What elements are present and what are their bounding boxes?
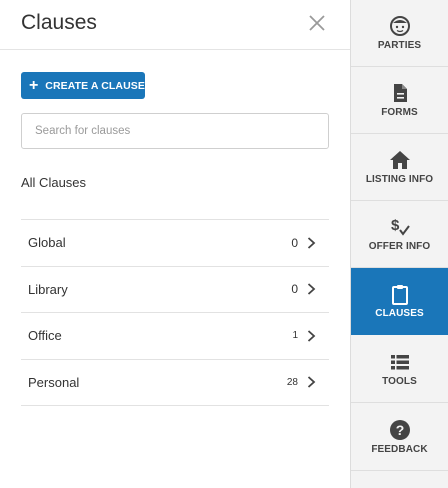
page-title: Clauses <box>21 11 97 34</box>
clause-name: Library <box>28 281 68 297</box>
clause-name: Personal <box>28 374 80 390</box>
create-clause-button[interactable]: + CREATE A CLAUSE <box>21 72 145 99</box>
clause-name: Global <box>28 235 66 251</box>
document-icon <box>389 82 411 104</box>
face-icon <box>389 15 411 37</box>
list-icon <box>389 351 411 373</box>
sidebar-item-label: PARTIES <box>377 40 422 51</box>
sidebar-item-label: CLAUSES <box>375 308 424 319</box>
sidebar-item-clauses[interactable]: CLAUSES <box>351 268 448 335</box>
panel-header: Clauses <box>0 0 350 50</box>
clause-row-global[interactable]: Global 0 <box>21 220 329 267</box>
sidebar-item-label: OFFER INFO <box>368 241 431 252</box>
close-icon <box>309 15 325 31</box>
clause-row-personal[interactable]: Personal 28 <box>21 360 329 406</box>
close-button[interactable] <box>304 10 330 36</box>
sidebar-item-label: TOOLS <box>382 376 417 387</box>
sidebar-item-label: FORMS <box>381 107 418 118</box>
dollar-check-icon: $ <box>389 216 411 238</box>
sidebar-item-label: FEEDBACK <box>371 444 428 455</box>
create-clause-label: CREATE A CLAUSE <box>45 79 145 92</box>
chevron-right-icon <box>307 283 316 295</box>
clause-row-library[interactable]: Library 0 <box>21 267 329 313</box>
clause-count: 0 <box>291 282 298 297</box>
svg-text:?: ? <box>395 422 404 438</box>
sidebar-item-feedback[interactable]: ? FEEDBACK <box>351 404 448 471</box>
plus-icon: + <box>29 76 39 94</box>
all-clauses-label: All Clauses <box>21 175 87 190</box>
chevron-right-icon <box>307 237 316 249</box>
clause-name: Office <box>28 328 62 344</box>
clauses-panel: Clauses + CREATE A CLAUSE All Clauses Gl… <box>0 0 350 488</box>
svg-text:$: $ <box>391 217 400 234</box>
clause-count: 1 <box>292 330 298 342</box>
search-input[interactable] <box>21 113 329 149</box>
home-icon <box>389 149 411 171</box>
sidebar-item-parties[interactable]: PARTIES <box>351 0 448 67</box>
sidebar: PARTIES FORMS LISTING INFO $ OFFER INFO … <box>351 0 448 488</box>
clause-count: 28 <box>286 376 298 388</box>
clause-list: Global 0 Library 0 Office 1 Personal 28 <box>21 219 329 406</box>
chevron-right-icon <box>307 376 316 388</box>
sidebar-item-offer-info[interactable]: $ OFFER INFO <box>351 201 448 268</box>
sidebar-item-tools[interactable]: TOOLS <box>351 336 448 403</box>
sidebar-item-listing-info[interactable]: LISTING INFO <box>351 134 448 201</box>
chevron-right-icon <box>307 330 316 342</box>
clause-count: 0 <box>291 235 298 250</box>
help-icon: ? <box>389 419 411 441</box>
clipboard-icon <box>389 283 411 305</box>
clause-row-office[interactable]: Office 1 <box>21 313 329 360</box>
sidebar-item-label: LISTING INFO <box>365 174 434 185</box>
sidebar-item-forms[interactable]: FORMS <box>351 67 448 134</box>
